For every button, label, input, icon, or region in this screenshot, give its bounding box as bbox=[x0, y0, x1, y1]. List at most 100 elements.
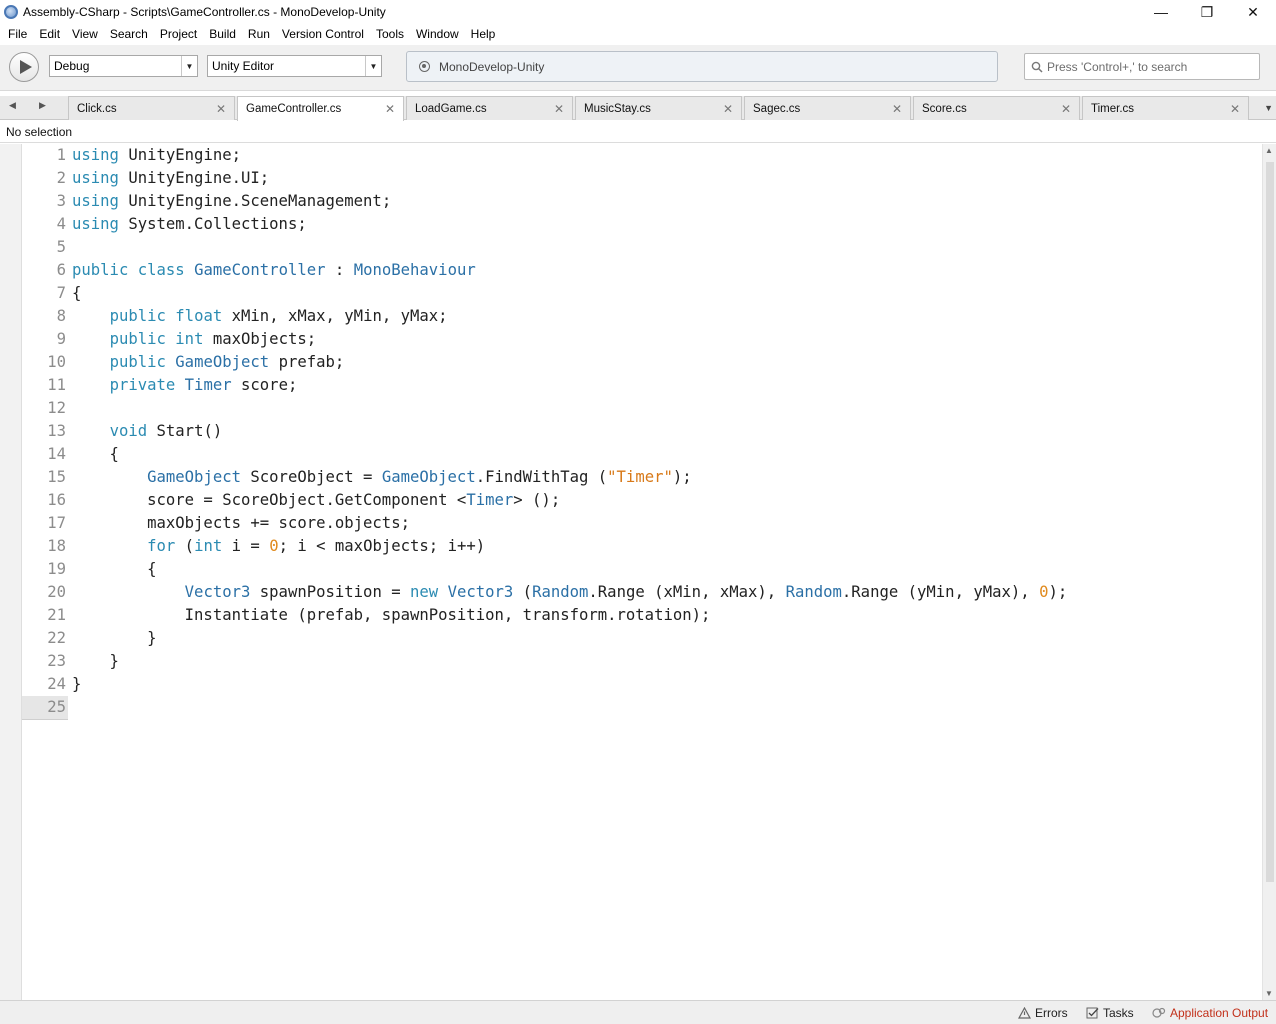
close-icon[interactable]: ✕ bbox=[216, 102, 226, 116]
menu-view[interactable]: View bbox=[66, 27, 104, 41]
code-line[interactable]: 14 { bbox=[22, 443, 1262, 466]
tab-label: MusicStay.cs bbox=[584, 102, 651, 115]
search-icon bbox=[1031, 61, 1043, 73]
line-number: 9 bbox=[56, 330, 66, 348]
menu-search[interactable]: Search bbox=[104, 27, 154, 41]
code-token: int bbox=[175, 330, 204, 348]
vertical-scrollbar[interactable]: ▲ ▼ bbox=[1262, 144, 1276, 1000]
code-token: void bbox=[109, 422, 148, 440]
close-window-button[interactable]: ✕ bbox=[1230, 0, 1276, 24]
code-line[interactable]: 4 using System.Collections; bbox=[22, 213, 1262, 236]
close-icon[interactable]: ✕ bbox=[1061, 102, 1071, 116]
scroll-up-icon[interactable]: ▲ bbox=[1265, 146, 1273, 155]
code-token: { bbox=[72, 560, 157, 578]
code-token: using bbox=[72, 215, 119, 233]
line-text: { bbox=[72, 282, 81, 305]
code-line[interactable]: 22 } bbox=[22, 627, 1262, 650]
menu-help[interactable]: Help bbox=[465, 27, 502, 41]
code-line[interactable]: 5 bbox=[22, 236, 1262, 259]
code-line[interactable]: 12 bbox=[22, 397, 1262, 420]
line-number: 14 bbox=[47, 445, 66, 463]
code-line[interactable]: 21 Instantiate (prefab, spawnPosition, t… bbox=[22, 604, 1262, 627]
scroll-down-icon[interactable]: ▼ bbox=[1265, 989, 1273, 998]
line-text: maxObjects += score.objects; bbox=[72, 512, 410, 535]
line-text: for (int i = 0; i < maxObjects; i++) bbox=[72, 535, 485, 558]
monodevelop-app-icon bbox=[4, 5, 18, 19]
output-icon bbox=[1152, 1007, 1166, 1018]
tab-musicstay-cs[interactable]: MusicStay.cs ✕ bbox=[575, 96, 742, 120]
code-line[interactable]: 20 Vector3 spawnPosition = new Vector3 (… bbox=[22, 581, 1262, 604]
code-line[interactable]: 11 private Timer score; bbox=[22, 374, 1262, 397]
errors-pad-button[interactable]: Errors bbox=[1012, 1001, 1074, 1024]
minimize-button[interactable]: — bbox=[1138, 0, 1184, 24]
tab-gamecontroller-cs[interactable]: GameController.cs ✕ bbox=[237, 96, 404, 121]
code-lines[interactable]: 1 using UnityEngine; 2 using UnityEngine.UI… bbox=[22, 144, 1262, 720]
code-line[interactable]: 7{ bbox=[22, 282, 1262, 305]
menu-tools[interactable]: Tools bbox=[370, 27, 410, 41]
line-text: using UnityEngine.SceneManagement; bbox=[72, 190, 391, 213]
code-line[interactable]: 25 bbox=[22, 696, 1262, 720]
code-line[interactable]: 1 using UnityEngine; bbox=[22, 144, 1262, 167]
close-icon[interactable]: ✕ bbox=[723, 102, 733, 116]
tab-timer-cs[interactable]: Timer.cs ✕ bbox=[1082, 96, 1249, 120]
menu-run[interactable]: Run bbox=[242, 27, 276, 41]
target-select[interactable]: Unity Editor ▼ bbox=[207, 55, 382, 77]
code-line[interactable]: 23 } bbox=[22, 650, 1262, 673]
line-number: 3 bbox=[56, 192, 66, 210]
code-line[interactable]: 9 public int maxObjects; bbox=[22, 328, 1262, 351]
code-line[interactable]: 24} bbox=[22, 673, 1262, 696]
code-line[interactable]: 10 public GameObject prefab; bbox=[22, 351, 1262, 374]
code-token: MonoBehaviour bbox=[353, 261, 476, 279]
tab-scroll-left-icon[interactable]: ◀ bbox=[9, 100, 16, 111]
code-line[interactable]: 18 for (int i = 0; i < maxObjects; i++) bbox=[22, 535, 1262, 558]
line-number: 19 bbox=[47, 560, 66, 578]
code-line[interactable]: 16 score = ScoreObject.GetComponent <Tim… bbox=[22, 489, 1262, 512]
code-line[interactable]: 15 GameObject ScoreObject = GameObject.F… bbox=[22, 466, 1262, 489]
menu-project[interactable]: Project bbox=[154, 27, 203, 41]
scrollbar-thumb[interactable] bbox=[1266, 162, 1274, 882]
code-token: { bbox=[72, 284, 82, 302]
menu-window[interactable]: Window bbox=[410, 27, 465, 41]
code-token: score; bbox=[231, 376, 298, 394]
chevron-down-icon: ▼ bbox=[181, 56, 197, 76]
code-line[interactable]: 17 maxObjects += score.objects; bbox=[22, 512, 1262, 535]
tab-score-cs[interactable]: Score.cs ✕ bbox=[913, 96, 1080, 120]
tab-list-dropdown-icon[interactable]: ▼ bbox=[1264, 103, 1273, 113]
line-number: 5 bbox=[56, 238, 66, 256]
close-icon[interactable]: ✕ bbox=[554, 102, 564, 116]
tab-scroll-right-icon[interactable]: ▶ bbox=[39, 100, 46, 111]
menu-bar: File Edit View Search Project Build Run … bbox=[0, 24, 1276, 44]
code-line[interactable]: 8 public float xMin, xMax, yMin, yMax; bbox=[22, 305, 1262, 328]
tasks-pad-button[interactable]: Tasks bbox=[1080, 1001, 1140, 1024]
code-editor[interactable]: 1 using UnityEngine; 2 using UnityEngine.UI… bbox=[0, 144, 1276, 1000]
menu-build[interactable]: Build bbox=[203, 27, 242, 41]
tab-sagec-cs[interactable]: Sagec.cs ✕ bbox=[744, 96, 911, 120]
configuration-select[interactable]: Debug ▼ bbox=[49, 55, 198, 77]
tab-loadgame-cs[interactable]: LoadGame.cs ✕ bbox=[406, 96, 573, 120]
close-icon[interactable]: ✕ bbox=[385, 102, 395, 116]
run-button[interactable] bbox=[9, 52, 39, 82]
search-input[interactable]: Press 'Control+,' to search bbox=[1024, 53, 1260, 80]
code-token: i = bbox=[222, 537, 270, 555]
restore-button[interactable]: ❐ bbox=[1184, 0, 1230, 24]
menu-edit[interactable]: Edit bbox=[33, 27, 66, 41]
application-output-pad-button[interactable]: Application Output bbox=[1146, 1001, 1274, 1024]
code-line[interactable]: 3 using UnityEngine.SceneManagement; bbox=[22, 190, 1262, 213]
code-line[interactable]: 13 void Start() bbox=[22, 420, 1262, 443]
code-line[interactable]: 19 { bbox=[22, 558, 1262, 581]
menu-file[interactable]: File bbox=[2, 27, 33, 41]
code-token: Random bbox=[532, 583, 589, 601]
toolbar: Debug ▼ Unity Editor ▼ MonoDevelop-Unity… bbox=[0, 45, 1276, 91]
code-line[interactable]: 2 using UnityEngine.UI; bbox=[22, 167, 1262, 190]
tab-click-cs[interactable]: Click.cs ✕ bbox=[68, 96, 235, 120]
line-text: score = ScoreObject.GetComponent <Timer>… bbox=[72, 489, 560, 512]
menu-version-control[interactable]: Version Control bbox=[276, 27, 370, 41]
breadcrumb[interactable]: No selection bbox=[0, 121, 1276, 143]
close-icon[interactable]: ✕ bbox=[892, 102, 902, 116]
close-icon[interactable]: ✕ bbox=[1230, 102, 1240, 116]
code-line[interactable]: 6 public class GameController : MonoBehav… bbox=[22, 259, 1262, 282]
